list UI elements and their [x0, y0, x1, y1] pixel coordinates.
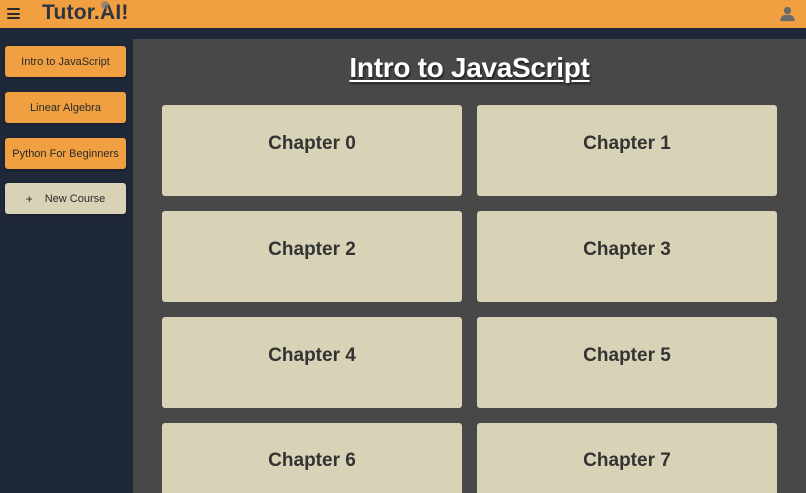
sidebar-course-intro-to-javascript[interactable]: Intro to JavaScript: [5, 46, 126, 77]
sidebar-course-python-for-beginners[interactable]: Python For Beginners: [5, 138, 126, 169]
chapter-card-6[interactable]: Chapter 6: [162, 423, 462, 493]
chapter-card-2[interactable]: Chapter 2: [162, 211, 462, 302]
page-title: Intro to JavaScript: [349, 52, 590, 83]
chapter-card-0[interactable]: Chapter 0: [162, 105, 462, 196]
user-account-icon[interactable]: [779, 5, 796, 22]
app-brand-title[interactable]: Tutor.AI!: [42, 1, 129, 25]
chapter-card-1[interactable]: Chapter 1: [477, 105, 777, 196]
plus-icon: +: [25, 191, 33, 206]
new-course-label: New Course: [44, 192, 106, 205]
sidebar-course-linear-algebra[interactable]: Linear Algebra: [5, 92, 126, 123]
chapter-card-4[interactable]: Chapter 4: [162, 317, 462, 408]
chapter-card-7[interactable]: Chapter 7: [477, 423, 777, 493]
chapter-card-5[interactable]: Chapter 5: [477, 317, 777, 408]
hamburger-menu-icon[interactable]: [7, 8, 20, 19]
course-sidebar: Intro to JavaScript Linear Algebra Pytho…: [0, 28, 133, 493]
mouse-cursor-indicator: [101, 1, 109, 9]
top-header-bar: Tutor.AI!: [0, 0, 806, 28]
chapter-card-3[interactable]: Chapter 3: [477, 211, 777, 302]
new-course-button[interactable]: + New Course: [5, 183, 126, 214]
main-content-area: Intro to JavaScript Chapter 0 Chapter 1 …: [133, 39, 806, 493]
